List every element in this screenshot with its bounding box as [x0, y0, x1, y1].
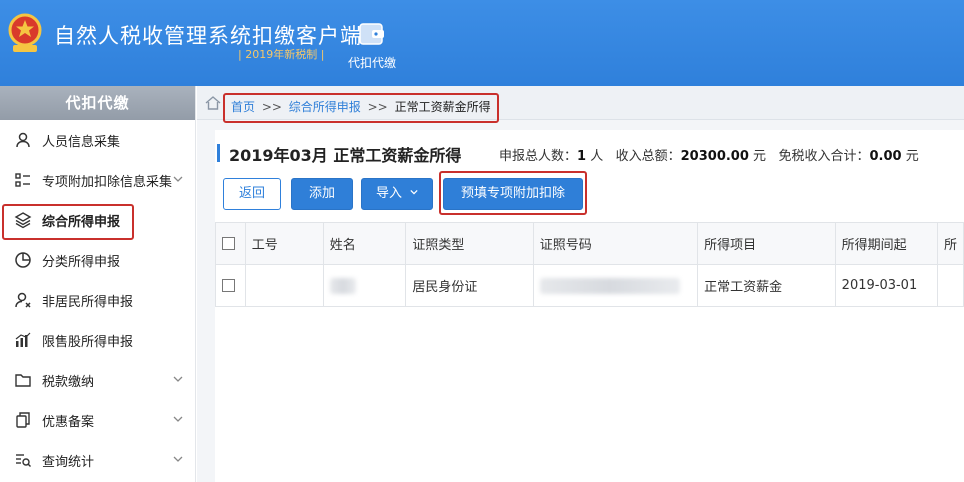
sidebar-item-query-statistics[interactable]: 查询统计: [0, 440, 195, 480]
breadcrumb-bar: 首页 >> 综合所得申报 >> 正常工资薪金所得: [197, 86, 964, 123]
id-type-cell: 居民身份证: [405, 264, 534, 307]
sidebar-item-personnel-info[interactable]: 人员信息采集: [0, 120, 195, 160]
table-row[interactable]: 居民身份证 正常工资薪金 2019-03-01: [215, 264, 964, 307]
person-icon: [16, 132, 30, 148]
layers-icon: [14, 212, 32, 229]
sidebar-item-label: 分类所得申报: [42, 254, 121, 270]
sidebar-item-special-deduction[interactable]: 专项附加扣除信息采集: [0, 160, 195, 200]
select-all-cell: [215, 222, 246, 265]
id-number-cell: [532, 264, 699, 307]
column-header[interactable]: 证照号码: [532, 222, 699, 265]
sidebar-item-label: 专项附加扣除信息采集: [42, 174, 173, 190]
table-header-row: 工号 姓名 证照类型 证照号码 所得项目 所得期间起 所: [215, 222, 964, 265]
income-item-cell: 正常工资薪金: [697, 264, 836, 307]
sidebar-item-label: 优惠备案: [42, 414, 95, 430]
chevron-down-icon: [173, 416, 183, 422]
declaration-summary: 申报总人数：1 人 收入总额：20300.00 元 免税收入合计：0.00 元: [499, 145, 919, 164]
breadcrumb-home-link[interactable]: 首页: [231, 100, 255, 114]
sidebar-item-label: 查询统计: [42, 454, 95, 470]
breadcrumb-current: 正常工资薪金所得: [394, 100, 491, 114]
sidebar-heading: 代扣代缴: [0, 86, 195, 120]
period-start-cell: 2019-03-01: [834, 264, 938, 307]
column-header[interactable]: 所: [936, 222, 964, 265]
sidebar-item-label: 综合所得申报: [42, 214, 121, 230]
breadcrumb-separator: >>: [261, 100, 282, 114]
row-select-cell: [215, 264, 246, 307]
search-list-icon: [16, 454, 31, 467]
back-button[interactable]: 返回: [223, 178, 281, 210]
redacted-name: [329, 277, 356, 294]
name-cell: [322, 264, 407, 307]
sidebar-item-classified-income[interactable]: 分类所得申报: [0, 240, 195, 280]
person-outline-icon: [15, 292, 31, 308]
copy-icon: [16, 412, 30, 428]
select-all-checkbox[interactable]: [222, 237, 235, 250]
sidebar-item-tax-payment[interactable]: 税款缴纳: [0, 360, 195, 400]
page-title: 2019年03月 正常工资薪金所得: [229, 146, 462, 165]
count-value: 1: [577, 149, 587, 164]
column-header[interactable]: 所得期间起: [834, 222, 938, 265]
chevron-down-icon: [173, 176, 183, 182]
list-icon: [15, 173, 30, 187]
sidebar-item-comprehensive-income[interactable]: 综合所得申报: [0, 200, 195, 240]
content-area: 2019年03月 正常工资薪金所得 申报总人数：1 人 收入总额：20300.0…: [215, 130, 964, 482]
count-unit: 人: [590, 149, 604, 164]
sidebar-item-label: 非居民所得申报: [42, 294, 134, 310]
truncated-cell: [936, 264, 964, 307]
home-icon[interactable]: [205, 95, 221, 111]
employee-id-cell: [244, 264, 324, 307]
breadcrumb: 首页 >> 综合所得申报 >> 正常工资薪金所得: [223, 93, 499, 123]
breadcrumb-separator: >>: [367, 100, 388, 114]
exempt-value: 0.00: [869, 149, 902, 164]
column-header[interactable]: 所得项目: [697, 222, 836, 265]
income-table: 工号 姓名 证照类型 证照号码 所得项目 所得期间起 所 居民身份证 正常工资薪…: [215, 222, 964, 307]
sidebar-item-restricted-stock[interactable]: 限售股所得申报: [0, 320, 195, 360]
income-label: 收入总额：: [615, 149, 681, 164]
add-button[interactable]: 添加: [291, 178, 353, 210]
prefill-special-deduction-button[interactable]: 预填专项附加扣除: [443, 178, 583, 210]
sidebar-item-label: 税款缴纳: [42, 374, 95, 390]
sidebar: 代扣代缴 人员信息采集 专项附加扣除信息采集 综合所得申报 分类所得申报 非居民…: [0, 86, 196, 482]
sidebar-item-label: 限售股所得申报: [42, 334, 134, 350]
sidebar-item-preferential-filing[interactable]: 优惠备案: [0, 400, 195, 440]
bar-chart-icon: [15, 332, 31, 347]
chevron-down-icon: [410, 189, 418, 195]
pie-icon: [15, 252, 31, 268]
column-header[interactable]: 工号: [244, 222, 324, 265]
exempt-label: 免税收入合计：: [778, 149, 870, 164]
breadcrumb-comprehensive-link[interactable]: 综合所得申报: [289, 100, 361, 114]
count-label: 申报总人数：: [499, 149, 578, 164]
app-header: 自然人税收管理系统扣缴客户端 | 2019年新税制 | 代扣代缴: [0, 0, 964, 86]
folder-icon: [15, 374, 31, 387]
main-panel: 首页 >> 综合所得申报 >> 正常工资薪金所得 2019年03月 正常工资薪金…: [197, 86, 964, 482]
title-accent-bar: [217, 144, 220, 162]
income-value: 20300.00: [680, 149, 749, 164]
column-header[interactable]: 姓名: [322, 222, 407, 265]
import-button[interactable]: 导入: [361, 178, 433, 210]
title-row: 2019年03月 正常工资薪金所得 申报总人数：1 人 收入总额：20300.0…: [215, 142, 964, 166]
top-nav-label: 代扣代缴: [347, 56, 396, 70]
redacted-id-number: [539, 277, 680, 294]
chevron-down-icon: [173, 376, 183, 382]
national-emblem-icon: [8, 13, 42, 52]
column-header[interactable]: 证照类型: [405, 222, 534, 265]
exempt-unit: 元: [905, 149, 919, 164]
row-checkbox[interactable]: [222, 279, 235, 292]
income-unit: 元: [753, 149, 767, 164]
chevron-down-icon: [173, 456, 183, 462]
app-subtitle: | 2019年新税制 |: [238, 48, 325, 61]
sidebar-item-label: 人员信息采集: [42, 134, 121, 150]
import-label: 导入: [375, 186, 402, 201]
top-nav-withholding[interactable]: 代扣代缴: [340, 20, 404, 80]
wallet-icon: [359, 23, 384, 45]
sidebar-item-nonresident-income[interactable]: 非居民所得申报: [0, 280, 195, 320]
